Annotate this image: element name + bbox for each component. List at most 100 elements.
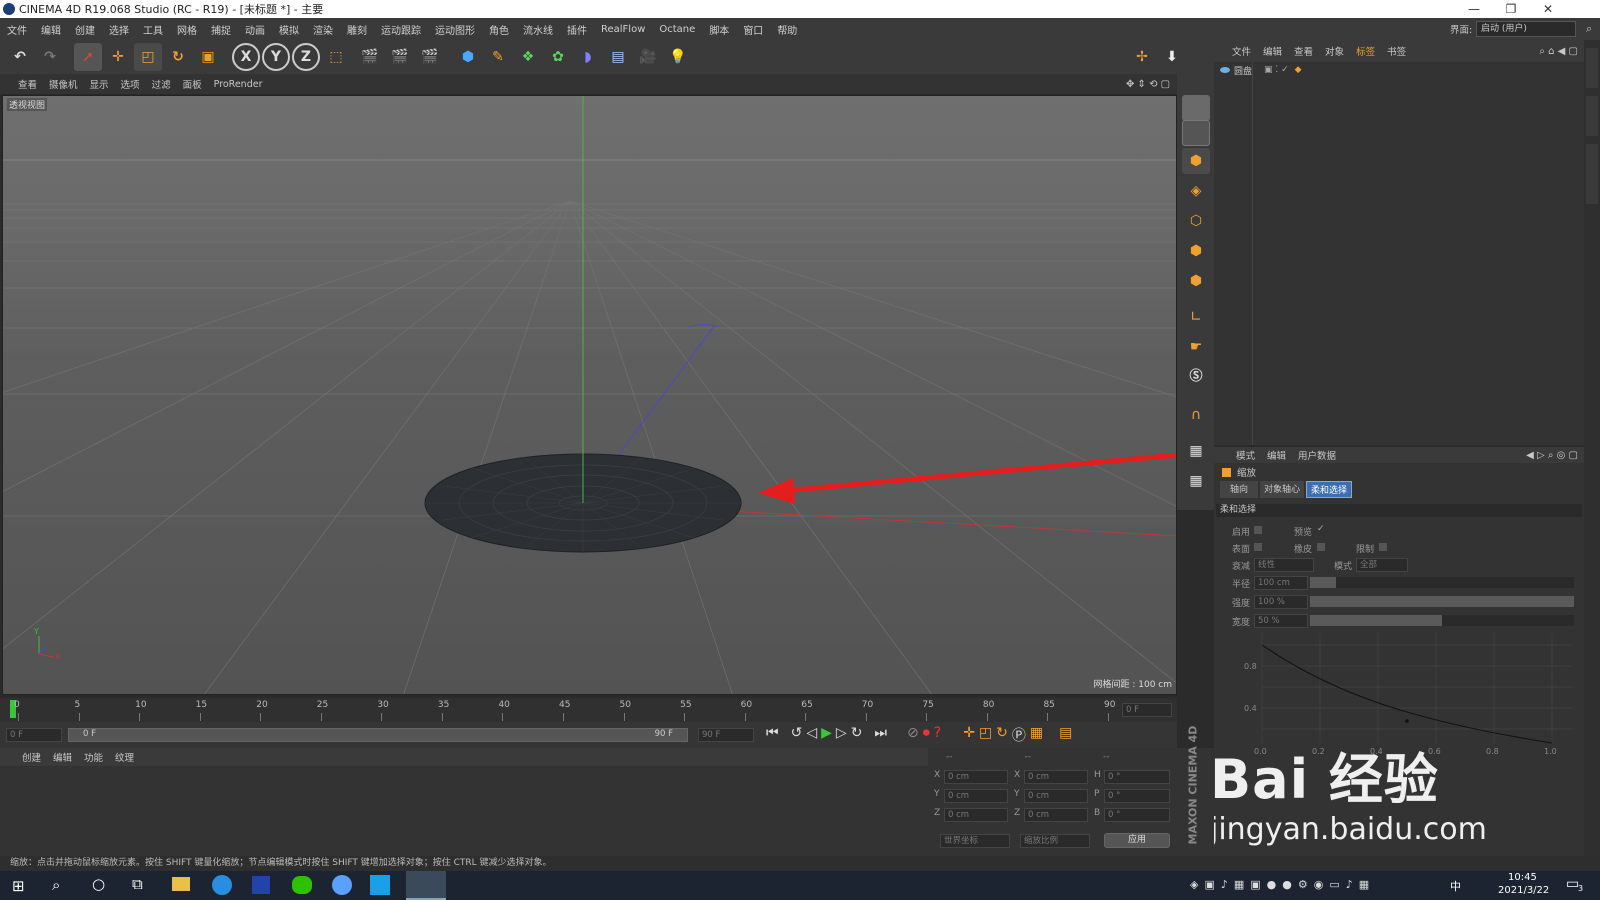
minimize-icon[interactable]: — (1456, 0, 1492, 18)
width-slider[interactable] (1310, 615, 1574, 626)
render-view-icon[interactable]: 🎬 (356, 43, 384, 71)
material-tab[interactable]: 功能 (84, 750, 103, 764)
attr-tab[interactable]: 模式 (1236, 448, 1255, 462)
key-rotate-icon[interactable]: ↻ (996, 725, 1008, 745)
render-picture-viewer-icon[interactable]: 🎬 (386, 43, 414, 71)
scale-mode-select[interactable]: 缩放比例 (1020, 834, 1090, 848)
y-axis-icon[interactable]: Y (262, 43, 290, 71)
edge-browser-icon[interactable] (212, 875, 232, 895)
loop-icon[interactable]: ↻ (851, 725, 863, 745)
play-icon[interactable]: ▶ (821, 725, 832, 745)
key-param-icon[interactable]: Ⓟ (1012, 725, 1026, 745)
menu-item[interactable]: 渲染 (306, 22, 340, 37)
apply-button[interactable]: 应用 (1104, 833, 1170, 848)
menu-item[interactable]: 编辑 (34, 22, 68, 37)
falloff-select[interactable]: 线性 (1254, 558, 1314, 572)
timeline-end-field[interactable]: 0 F (1122, 703, 1172, 717)
radius-field[interactable]: 100 cm (1254, 576, 1308, 590)
attr-nav-icons[interactable]: ◀ ▷ ⌕ ◎ ▢ (1526, 450, 1578, 461)
subtab-object-axis[interactable]: 对象轴心 (1260, 481, 1305, 498)
points-mode-icon[interactable]: ⬡ (1182, 208, 1210, 234)
select-tool-icon[interactable]: ➚ (74, 43, 102, 71)
size-y-field[interactable]: 0 cm (1024, 789, 1088, 803)
restrict-checkbox[interactable] (1379, 543, 1387, 551)
rotation-p-field[interactable]: 0 ° (1104, 789, 1170, 803)
menu-item[interactable]: 模拟 (272, 22, 306, 37)
tag-icon[interactable]: ◆ (1295, 65, 1302, 75)
menu-item[interactable]: 文件 (0, 22, 34, 37)
end-frame-field[interactable]: 90 F (698, 728, 754, 742)
maximize-icon[interactable]: ❐ (1493, 0, 1529, 18)
material-tab[interactable]: 纹理 (115, 750, 134, 764)
om-tab[interactable]: 编辑 (1263, 44, 1282, 58)
menu-item[interactable]: 捕捉 (204, 22, 238, 37)
menu-item[interactable]: 网格 (170, 22, 204, 37)
snap-s-icon[interactable]: Ⓢ (1182, 364, 1210, 390)
viewport-menu-item[interactable]: 选项 (115, 77, 146, 91)
wechat-icon[interactable] (292, 876, 312, 894)
menu-item[interactable]: 脚本 (702, 22, 736, 37)
floor-icon[interactable]: ▤ (604, 43, 632, 71)
file-explorer-icon[interactable] (172, 877, 190, 891)
viewport-menu-item[interactable]: 摄像机 (43, 77, 84, 91)
subtab-axis[interactable]: 轴向 (1220, 481, 1259, 498)
attr-tab[interactable]: 用户数据 (1298, 448, 1336, 462)
rubber-checkbox[interactable] (1317, 543, 1325, 551)
side-tab[interactable] (1586, 48, 1598, 88)
key-scale-icon[interactable]: ◰ (979, 725, 992, 745)
visibility-icon[interactable]: ▣ ⁚ ✓ (1264, 65, 1289, 75)
key-pla-icon[interactable]: ▦ (1030, 725, 1043, 745)
om-tab[interactable]: 标签 (1356, 44, 1375, 58)
rotation-b-field[interactable]: 0 ° (1104, 808, 1170, 822)
subtab-soft-selection[interactable]: 柔和选择 (1306, 481, 1353, 498)
menu-item[interactable]: 窗口 (736, 22, 770, 37)
menu-item[interactable]: 运动图形 (428, 22, 482, 37)
close-icon[interactable]: ✕ (1530, 0, 1566, 18)
camera-icon[interactable]: 🎥 (634, 43, 662, 71)
render-settings-icon[interactable]: 🎬 (416, 43, 444, 71)
workplane-icon[interactable]: ◈ (1182, 178, 1210, 204)
rotation-h-field[interactable]: 0 ° (1104, 770, 1170, 784)
viewport-menu-item[interactable]: ProRender (208, 79, 269, 90)
help-icon[interactable]: ? (934, 725, 941, 745)
om-tab[interactable]: 查看 (1294, 44, 1313, 58)
object-name[interactable]: 圆盘 (1234, 64, 1252, 77)
position-x-field[interactable]: 0 cm (944, 770, 1008, 784)
frame-range-slider[interactable]: 0 F 90 F (68, 728, 688, 742)
deformer-icon[interactable]: ◗ (574, 43, 602, 71)
om-tab[interactable]: 书签 (1387, 44, 1406, 58)
menu-item[interactable]: 动画 (238, 22, 272, 37)
menu-item[interactable]: 插件 (560, 22, 594, 37)
workplane-align-icon[interactable]: ▦ (1182, 468, 1210, 494)
redo-icon[interactable]: ↷ (36, 43, 64, 71)
cube-icon[interactable]: ⬢ (454, 43, 482, 71)
menu-item[interactable]: RealFlow (594, 24, 652, 35)
current-frame-field[interactable]: 0 F (6, 728, 62, 742)
pen-icon[interactable]: ✎ (484, 43, 512, 71)
clock-date[interactable]: 2021/3/22 (1498, 885, 1549, 896)
menu-item[interactable]: 运动跟踪 (374, 22, 428, 37)
viewport-menu-item[interactable]: 过滤 (146, 77, 177, 91)
strength-field[interactable]: 100 % (1254, 595, 1308, 609)
key-move-icon[interactable]: ✛ (963, 725, 975, 745)
tweak-mode-icon[interactable]: ☛ (1182, 334, 1210, 360)
menu-item[interactable]: Octane (652, 24, 702, 35)
side-tab[interactable] (1586, 96, 1598, 136)
light-icon[interactable]: 💡 (664, 43, 692, 71)
move-tool-icon[interactable]: ✛ (104, 43, 132, 71)
subdivision-icon[interactable]: ❖ (514, 43, 542, 71)
prev-frame-icon[interactable]: ◁ (806, 725, 817, 745)
object-row[interactable]: 圆盘 ▣ ⁚ ✓ ◆ (1214, 62, 1584, 78)
clock-time[interactable]: 10:45 (1508, 872, 1537, 883)
object-mode-icon[interactable] (1182, 120, 1210, 146)
interface-select[interactable]: 启动 (用户) (1476, 21, 1576, 37)
menu-item[interactable]: 雕刻 (340, 22, 374, 37)
z-axis-icon[interactable]: Z (292, 43, 320, 71)
input-language[interactable]: 中 (1450, 878, 1461, 894)
edges-mode-icon[interactable]: ⬢ (1182, 238, 1210, 264)
coordinate-system-icon[interactable]: ⬚ (322, 43, 350, 71)
polygons-mode-icon[interactable]: ⬢ (1182, 268, 1210, 294)
radius-slider[interactable] (1310, 577, 1574, 588)
x-axis-icon[interactable]: X (232, 43, 260, 71)
mode-select[interactable]: 全部 (1356, 558, 1408, 572)
